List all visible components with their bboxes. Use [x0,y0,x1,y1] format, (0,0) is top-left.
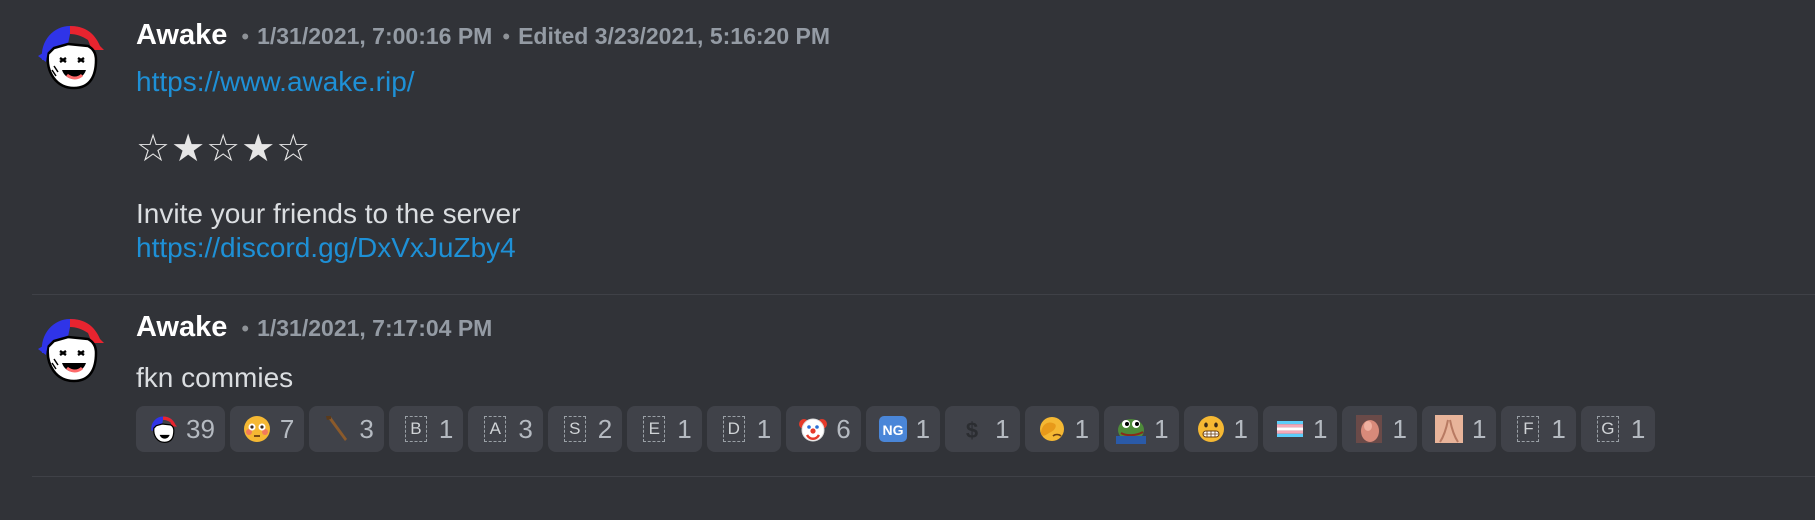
reaction-pepe[interactable]: 1 [1104,406,1179,452]
reaction-count: 1 [1630,413,1646,444]
message: Awake • 1/31/2021, 7:00:16 PM • Edited 3… [0,0,1815,294]
reaction-letter-s[interactable]: S 2 [547,406,623,452]
svg-text:$: $ [966,418,978,443]
reaction-letter-b[interactable]: B 1 [388,406,464,452]
letter-s-icon: S [563,416,586,442]
username[interactable]: Awake [136,19,227,52]
invite-text: Invite your friends to the server [136,198,521,229]
reaction-count: 7 [279,413,295,444]
letter-f-wrapper: F [1513,414,1543,444]
letter-d-wrapper: D [719,414,749,444]
reaction-letter-a[interactable]: A 3 [468,406,543,452]
separator-dot: • [241,24,250,49]
reaction-facepalm[interactable]: 1 [1024,406,1100,452]
message-header: Awake • 1/31/2021, 7:00:16 PM • Edited 3… [136,19,830,52]
letter-f-icon: F [1517,416,1540,442]
ng-button-icon: NG [878,416,907,442]
letter-b-wrapper: B [401,414,431,444]
message-divider [32,476,1815,477]
letter-e-icon: E [643,416,666,442]
username[interactable]: Awake [136,311,227,344]
message: Awake • 1/31/2021, 7:17:04 PM fkn commie… [0,296,1815,476]
reaction-count: 3 [359,413,374,444]
reaction-count: 1 [756,413,772,444]
letter-e-wrapper: E [639,414,669,444]
separator-dot: • [241,316,250,341]
edited-timestamp: Edited 3/23/2021, 5:16:20 PM [518,23,830,49]
reaction-grimacing[interactable]: 1 [1183,406,1259,452]
reaction-flushed[interactable]: 7 [229,406,305,452]
separator-dot: • [502,24,511,49]
letter-b-icon: B [404,416,427,442]
reaction-ng[interactable]: NG 1 [865,406,941,452]
message-header: Awake • 1/31/2021, 7:17:04 PM [136,311,492,344]
reaction-letter-f[interactable]: F 1 [1501,406,1576,452]
discord-invite-link[interactable]: https://discord.gg/DxVxJuZby4 [136,232,516,264]
reaction-clown[interactable]: 6 [786,406,861,452]
reaction-count: 3 [518,413,533,444]
reaction-bat[interactable]: 3 [309,406,384,452]
baseball-bat-icon [326,416,348,441]
facepalm-icon [1039,417,1064,441]
reaction-custom-photo-2[interactable]: 1 [1421,406,1497,452]
awake-avatar-icon[interactable] [34,313,106,385]
reaction-awake[interactable]: 39 [136,406,225,452]
transgender-flag-icon [1277,421,1304,437]
reaction-count: 6 [836,413,851,444]
reaction-count: 1 [677,413,692,444]
ng-label: NG [882,422,903,438]
flushed-face-icon [243,416,270,442]
reaction-count: 1 [1154,413,1169,444]
letter-a-wrapper: A [480,414,510,444]
letter-g-icon: G [1596,416,1619,442]
custom-photo-2-icon [1434,415,1463,443]
reaction-count: 1 [1233,413,1249,444]
message-divider [32,294,1815,295]
reaction-letter-e[interactable]: E 1 [627,406,702,452]
custom-photo-icon [1356,415,1383,443]
letter-d-icon: D [722,416,745,442]
reaction-count: 1 [1074,413,1090,444]
letter-s-wrapper: S [560,414,590,444]
reaction-count: 2 [597,413,613,444]
pepe-frog-icon [1116,419,1147,444]
clown-face-icon [799,418,828,442]
letter-g-wrapper: G [1593,414,1623,444]
reaction-count: 1 [1313,413,1328,444]
timestamp: 1/31/2021, 7:17:04 PM [257,315,493,341]
awake-avatar-icon [151,416,178,443]
reaction-count: 1 [915,413,931,444]
reaction-trans-flag[interactable]: 1 [1263,406,1338,452]
reaction-count: 1 [1471,413,1487,444]
letter-a-icon: A [484,416,507,442]
reactions-bar: 39 7 3 B 1 A 3 S 2 E 1 D 1 6 NG 1 $ 1 1 … [136,406,1656,452]
message-text: fkn commies [136,362,294,393]
awake-avatar-icon[interactable] [34,20,106,92]
awake-website-link[interactable]: https://www.awake.rip/ [136,66,415,98]
grimacing-face-icon [1197,416,1224,442]
reaction-custom-photo[interactable]: 1 [1342,406,1417,452]
reaction-count: 1 [1392,413,1407,444]
chat-log: Awake • 1/31/2021, 7:00:16 PM • Edited 3… [0,0,1815,520]
timestamp: 1/31/2021, 7:00:16 PM [257,23,493,49]
star-rating: ☆★☆★☆ [136,128,312,170]
heavy-dollar-icon: $ [966,418,978,443]
reaction-dollar[interactable]: $ 1 [945,406,1020,452]
reaction-letter-g[interactable]: G 1 [1580,406,1656,452]
reaction-count: 1 [995,413,1010,444]
reaction-count: 1 [438,413,454,444]
reaction-letter-d[interactable]: D 1 [706,406,782,452]
reaction-count: 39 [186,413,215,444]
reaction-count: 1 [1551,413,1566,444]
